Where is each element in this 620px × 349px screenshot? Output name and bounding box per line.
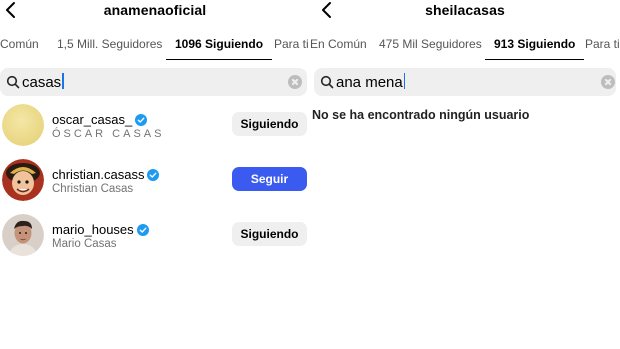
tab-para-ti[interactable]: Para ti	[274, 34, 309, 60]
verified-badge-icon	[147, 169, 160, 181]
search-icon	[6, 75, 20, 89]
tab-seguidores[interactable]: 475 Mil Seguidores	[379, 34, 482, 60]
tab-seguidores[interactable]: 1,5 Mill. Seguidores	[57, 34, 162, 60]
profile-header: sheilacasas	[310, 0, 620, 22]
avatar[interactable]	[2, 214, 44, 256]
clear-search-icon[interactable]	[288, 75, 302, 89]
search-bar[interactable]: casas	[0, 68, 307, 96]
tab-siguiendo[interactable]: 1096 Siguiendo	[166, 34, 273, 60]
text-caret	[403, 73, 406, 89]
no-results-message: No se ha encontrado ningún usuario	[312, 108, 530, 122]
left-profile-panel: anamenaoficial Común 1,5 Mill. Seguidore…	[0, 0, 310, 349]
following-button[interactable]: Siguiendo	[232, 222, 307, 246]
avatar[interactable]	[2, 104, 44, 146]
clear-search-icon[interactable]	[601, 75, 615, 89]
user-full-name: ÓSCAR CASAS	[52, 128, 165, 140]
user-full-name: Mario Casas	[52, 238, 117, 250]
user-result-row[interactable]: mario_houses Mario Casas Siguiendo	[0, 214, 310, 258]
avatar[interactable]	[2, 159, 44, 201]
text-caret	[62, 73, 64, 89]
user-result-row[interactable]: christian.casass Christian Casas Seguir	[0, 159, 310, 203]
verified-badge-icon	[136, 224, 149, 236]
user-handle[interactable]: oscar_casas_	[52, 112, 148, 127]
search-bar[interactable]: ana mena	[314, 68, 616, 96]
profile-header: anamenaoficial	[0, 0, 310, 22]
verified-badge-icon	[135, 114, 148, 126]
user-handle[interactable]: christian.casass	[52, 167, 160, 182]
tab-comun[interactable]: Común	[0, 34, 39, 60]
tab-siguiendo[interactable]: 913 Siguiendo	[485, 34, 585, 60]
right-profile-panel: sheilacasas En Común 475 Mil Seguidores …	[310, 0, 620, 349]
profile-username-title: anamenaoficial	[103, 2, 207, 18]
search-icon	[320, 75, 334, 89]
profile-username-title: sheilacasas	[425, 2, 505, 18]
tab-para-ti[interactable]: Para ti	[585, 34, 620, 60]
search-input[interactable]: ana mena	[336, 73, 406, 91]
user-result-row[interactable]: oscar_casas_ ÓSCAR CASAS Siguiendo	[0, 104, 310, 148]
tab-en-comun[interactable]: En Común	[310, 34, 367, 60]
user-handle[interactable]: mario_houses	[52, 222, 149, 237]
user-full-name: Christian Casas	[52, 183, 134, 195]
following-button[interactable]: Siguiendo	[232, 112, 307, 136]
follow-button[interactable]: Seguir	[232, 167, 307, 191]
search-input[interactable]: casas	[22, 73, 64, 91]
